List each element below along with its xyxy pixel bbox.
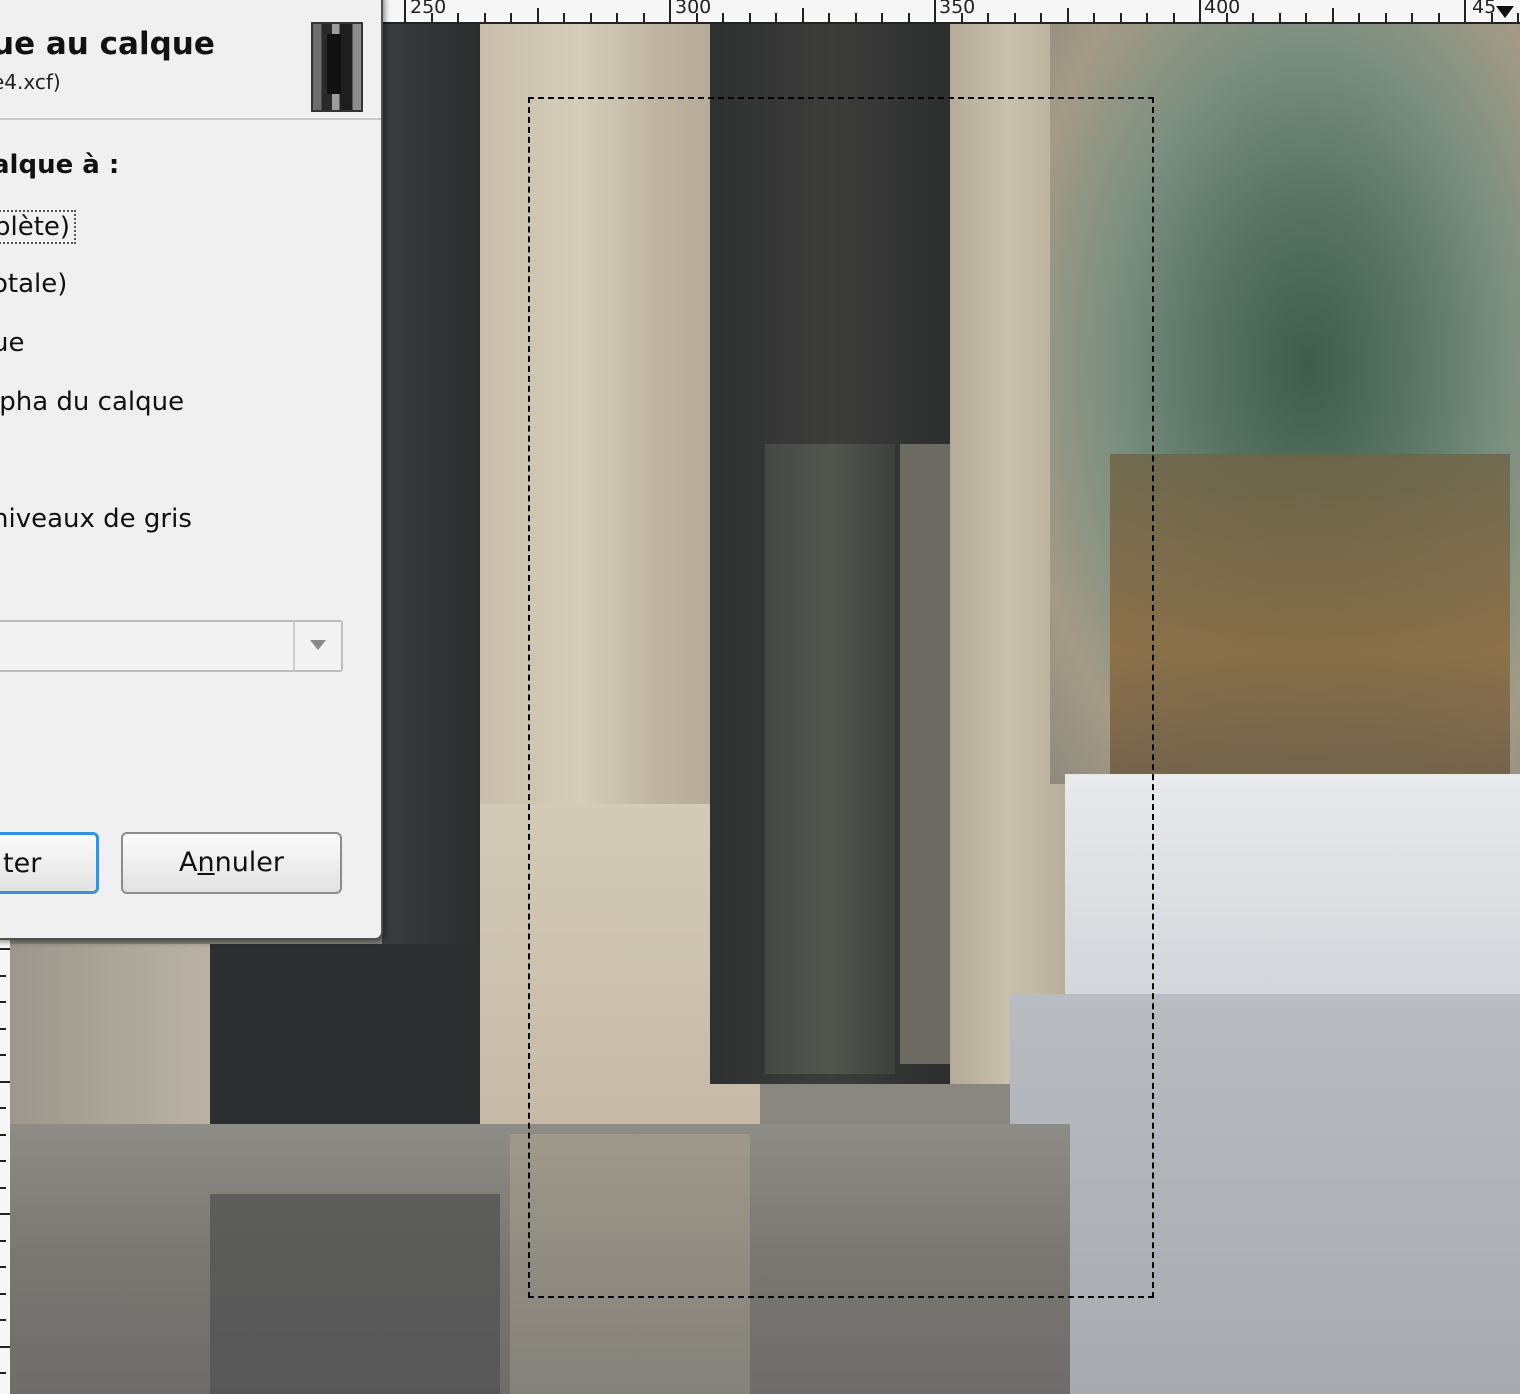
ruler-tick <box>1305 13 1307 22</box>
ruler-tick <box>0 1319 6 1321</box>
ruler-tick <box>1411 13 1413 22</box>
ruler-tick <box>0 1107 6 1109</box>
ruler-tick <box>0 1080 10 1083</box>
add-button[interactable]: ter <box>0 832 99 894</box>
layer-mask-dialog: ue au calque e4.xcf) alque à : plète) ot… <box>0 0 383 940</box>
ruler-tick <box>828 13 830 22</box>
ruler-tick <box>0 1133 6 1136</box>
ruler-tick <box>1172 13 1175 22</box>
mask-option-grayscale-copy[interactable]: niveaux de gris <box>0 504 192 534</box>
ruler-tick <box>536 8 539 22</box>
ruler-label: 250 <box>410 0 447 18</box>
ruler-tick <box>0 1213 10 1215</box>
ruler-tick <box>510 13 512 22</box>
ruler-tick <box>0 1266 6 1268</box>
ruler-tick <box>987 13 989 22</box>
dialog-header: ue au calque e4.xcf) <box>0 0 381 120</box>
ruler-tick <box>642 13 645 22</box>
ruler-tick <box>960 13 963 22</box>
mask-option-full-opacity[interactable]: plète) <box>0 210 77 244</box>
ruler-tick <box>0 974 6 977</box>
ruler-tick <box>404 0 406 22</box>
ruler-tick <box>0 1001 6 1003</box>
horizontal-ruler[interactable]: 250 300 350 400 45 <box>382 0 1520 24</box>
ruler-label: 300 <box>675 0 712 18</box>
ruler-tick <box>1013 13 1016 22</box>
ruler-label: 45 <box>1472 0 1497 18</box>
ruler-tick <box>1119 13 1122 22</box>
ruler-tick <box>1358 13 1360 22</box>
cancel-label-a: A <box>178 847 198 878</box>
ruler-tick <box>1490 13 1493 22</box>
add-button-label: ter <box>3 848 42 879</box>
ruler-tick <box>1066 8 1069 22</box>
ruler-tick <box>854 13 857 22</box>
mask-option-layer-alpha[interactable]: lpha du calque <box>0 387 184 417</box>
ruler-label: 400 <box>1204 0 1241 18</box>
ruler-tick <box>430 13 433 22</box>
ruler-tick <box>483 13 486 22</box>
ruler-position-marker-icon <box>1496 6 1514 18</box>
ruler-tick <box>1199 0 1201 22</box>
channel-combo[interactable] <box>0 620 343 672</box>
ruler-tick <box>1093 13 1095 22</box>
mask-option-layer[interactable]: ue <box>0 328 24 358</box>
ruler-tick <box>616 13 618 22</box>
ruler-tick <box>1517 13 1519 22</box>
cancel-mnemonic: n <box>197 847 215 878</box>
ruler-tick <box>1331 8 1334 22</box>
selection-outline[interactable] <box>528 97 1154 1298</box>
ruler-tick <box>1225 13 1228 22</box>
ruler-tick <box>1146 13 1148 22</box>
ruler-tick <box>0 1160 6 1162</box>
ruler-tick <box>1437 13 1440 22</box>
ruler-tick <box>669 0 671 22</box>
layer-thumbnail-icon <box>311 22 363 112</box>
ruler-tick <box>0 1345 10 1348</box>
palm-dry-leaves <box>1110 454 1510 784</box>
ruler-tick <box>457 13 459 22</box>
ruler-label: 350 <box>939 0 976 18</box>
ruler-tick <box>0 1027 6 1030</box>
ruler-tick <box>722 13 724 22</box>
ruler-tick <box>0 1054 6 1056</box>
ruler-tick <box>0 948 10 950</box>
ruler-tick <box>907 13 910 22</box>
ruler-tick <box>775 13 777 22</box>
dialog-subtitle: e4.xcf) <box>0 70 61 94</box>
cancel-label-b: nuler <box>214 847 285 878</box>
ruler-tick <box>1252 13 1254 22</box>
mask-option-full-transparency[interactable]: otale) <box>0 269 67 299</box>
ruler-tick <box>0 1372 6 1374</box>
ruler-tick <box>589 13 592 22</box>
cancel-button[interactable]: Annuler <box>121 832 342 894</box>
ruler-tick <box>881 13 883 22</box>
ruler-tick <box>695 13 698 22</box>
ruler-tick <box>801 8 804 22</box>
ruler-tick <box>0 1292 6 1295</box>
ruler-tick <box>563 13 565 22</box>
ruler-tick <box>1464 0 1466 22</box>
chevron-down-icon[interactable] <box>293 622 341 670</box>
ruler-tick <box>748 13 751 22</box>
section-label: alque à : <box>0 150 120 180</box>
ruler-tick <box>0 1186 6 1189</box>
ruler-tick <box>934 0 936 22</box>
ruler-tick <box>0 1239 6 1242</box>
ruler-tick <box>1278 13 1281 22</box>
ruler-tick <box>1384 13 1387 22</box>
shutter-reflection <box>210 1194 500 1394</box>
ruler-tick <box>1040 13 1042 22</box>
dialog-title: ue au calque <box>0 26 215 62</box>
